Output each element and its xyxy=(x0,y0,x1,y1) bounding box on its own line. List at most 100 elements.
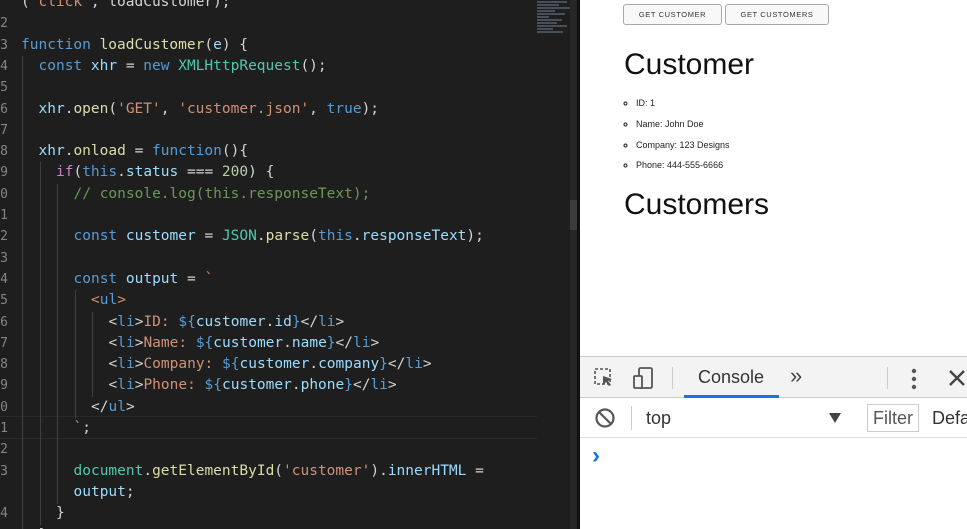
indent-guide xyxy=(22,162,23,185)
indent-guide xyxy=(57,268,58,291)
code-text: <li>ID: ${customer.id}</li> xyxy=(108,313,345,330)
indent-guide xyxy=(22,439,23,462)
line-number: 5 xyxy=(0,293,8,309)
get-customers-button[interactable]: GET CUSTOMERS xyxy=(725,4,829,25)
code-line[interactable]: } xyxy=(0,524,577,529)
code-text: ('click', loadCustomer); xyxy=(21,0,231,10)
code-text: } xyxy=(39,525,48,529)
indent-guide xyxy=(39,481,41,504)
tab-console[interactable]: Console xyxy=(684,357,779,398)
close-icon[interactable] xyxy=(948,369,966,392)
indent-guide xyxy=(39,375,41,398)
line-number: 3 xyxy=(0,463,8,479)
line-number: 5 xyxy=(0,80,8,96)
console-prompt-icon[interactable]: › xyxy=(592,444,600,468)
indent-guide xyxy=(74,354,76,377)
indent-guide xyxy=(74,290,76,313)
code-text: function loadCustomer(e) { xyxy=(21,36,249,53)
more-tabs-icon[interactable]: » xyxy=(790,363,802,389)
code-text: <li>Phone: ${customer.phone}</li> xyxy=(108,377,397,394)
editor-scrollbar[interactable] xyxy=(570,0,577,529)
indent-guide xyxy=(39,460,41,483)
indent-guide xyxy=(57,247,58,270)
editor-scroll-thumb[interactable] xyxy=(570,200,577,230)
indent-guide xyxy=(39,162,41,185)
indent-guide xyxy=(57,311,58,334)
code-editor[interactable]: ('click', loadCustomer); 2 3 function loadC… xyxy=(0,0,577,529)
code-line[interactable]: 6 xhr.open('GET', 'customer.json', true); xyxy=(0,98,577,121)
code-text: output; xyxy=(73,483,135,500)
indent-guide xyxy=(22,226,23,249)
code-line[interactable]: 8 xhr.onload = function(){ xyxy=(0,141,577,164)
code-line[interactable]: 6 <li>ID: ${customer.id}</li> xyxy=(0,311,577,334)
indent-guide xyxy=(22,396,23,419)
code-line[interactable]: output; xyxy=(0,481,577,504)
line-number: 6 xyxy=(0,314,8,330)
code-text: const output = ` xyxy=(73,270,214,287)
indent-guide xyxy=(22,183,23,206)
line-number: 4 xyxy=(0,506,8,522)
line-number: 2 xyxy=(0,229,8,245)
context-selector[interactable]: top xyxy=(640,398,850,438)
code-line[interactable]: 7 xyxy=(0,119,577,142)
code-line[interactable]: 3 function loadCustomer(e) { xyxy=(0,35,577,56)
code-line[interactable]: 0 </ul> xyxy=(0,396,577,419)
code-text: // console.log(this.responseText); xyxy=(73,185,371,202)
browser-viewport: GET CUSTOMER GET CUSTOMERS Customer ID: … xyxy=(580,0,967,356)
indent-guide xyxy=(22,460,23,483)
code-line[interactable]: 1 xyxy=(0,205,577,227)
clear-console-icon[interactable] xyxy=(594,407,616,434)
indent-guide xyxy=(22,332,23,355)
code-text: const xhr = new XMLHttpRequest(); xyxy=(38,57,327,74)
indent-guide xyxy=(22,503,23,526)
code-text: xhr.onload = function(){ xyxy=(38,143,249,160)
code-line[interactable]: 2 xyxy=(0,13,577,34)
code-text: const customer = JSON.parse(this.respons… xyxy=(73,228,484,245)
customers-heading: Customers xyxy=(624,188,770,221)
code-line[interactable]: 3 xyxy=(0,247,577,270)
line-number: 1 xyxy=(0,421,8,436)
customer-name-item: Name: John Doe xyxy=(636,114,730,135)
line-number: 4 xyxy=(0,58,8,74)
code-line[interactable]: 2 const customer = JSON.parse(this.respon… xyxy=(0,226,577,249)
log-levels-dropdown[interactable]: Defa xyxy=(932,408,967,429)
device-toolbar-icon[interactable] xyxy=(632,366,656,395)
filter-separator xyxy=(631,406,632,430)
code-line[interactable]: 4} xyxy=(0,503,577,526)
toolbar-separator xyxy=(672,367,673,389)
code-line[interactable]: 4 const output = ` xyxy=(0,268,577,291)
kebab-menu-icon[interactable] xyxy=(910,367,918,396)
indent-guide xyxy=(92,311,93,334)
customer-company-item: Company: 123 Designs xyxy=(636,135,730,156)
code-line[interactable]: 0 // console.log(this.responseText); xyxy=(0,183,577,206)
indent-guide xyxy=(57,375,58,398)
code-line[interactable]: 3 document.getElementById('customer').inn… xyxy=(0,460,577,483)
code-line[interactable]: 2 xyxy=(0,439,577,462)
indent-guide xyxy=(57,332,58,355)
code-line[interactable]: 9 <li>Phone: ${customer.phone}</li> xyxy=(0,375,577,398)
code-line[interactable]: 7 <li>Name: ${customer.name}</li> xyxy=(0,332,577,355)
indent-guide xyxy=(39,439,41,462)
code-line[interactable]: 8 <li>Company: ${customer.company}</li> xyxy=(0,354,577,377)
filter-input[interactable]: Filter xyxy=(867,404,919,432)
code-line[interactable]: 1 `; xyxy=(0,418,577,440)
customer-heading: Customer xyxy=(624,48,755,81)
inspect-element-icon[interactable] xyxy=(593,367,615,394)
get-customer-button[interactable]: GET CUSTOMER xyxy=(623,4,722,25)
indent-guide xyxy=(39,226,41,249)
code-line[interactable]: 9 if(this.status === 200) { xyxy=(0,162,577,185)
line-number: 0 xyxy=(0,186,8,202)
code-line[interactable]: 5 xyxy=(0,77,577,100)
indent-guide xyxy=(39,396,41,419)
code-line[interactable]: 4 const xhr = new XMLHttpRequest(); xyxy=(0,55,577,78)
code-line[interactable]: ('click', loadCustomer); xyxy=(0,0,577,13)
chevron-down-icon xyxy=(828,411,842,429)
indent-guide xyxy=(39,268,41,291)
indent-guide xyxy=(57,481,58,504)
code-text: `; xyxy=(73,420,91,436)
code-text: xhr.open('GET', 'customer.json', true); xyxy=(38,100,380,117)
indent-guide xyxy=(57,418,58,440)
code-line[interactable]: 5 <ul> xyxy=(0,290,577,313)
indent-guide xyxy=(57,205,58,227)
indent-guide xyxy=(22,311,23,334)
